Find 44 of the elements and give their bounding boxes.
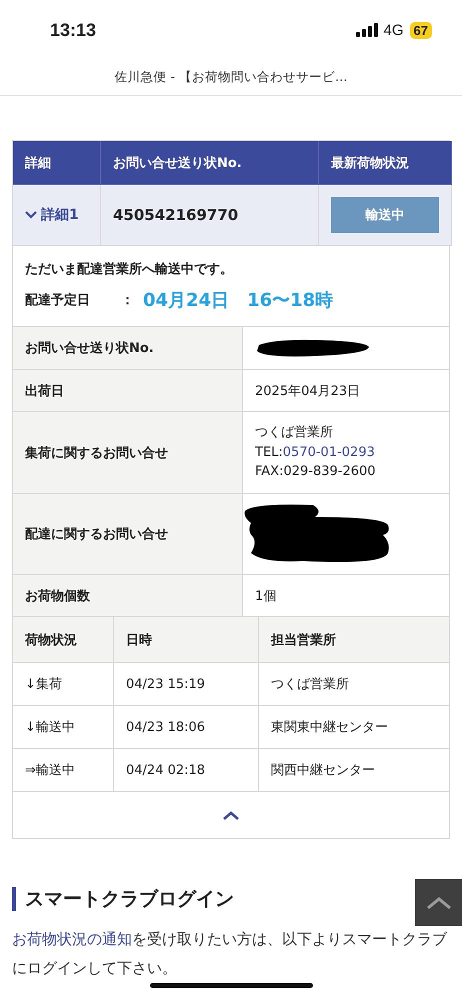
chevron-icon — [25, 211, 37, 219]
history-cell: 04/24 02:18 — [114, 749, 259, 792]
info-label: お荷物個数 — [13, 575, 243, 617]
chevron-up-icon — [223, 810, 239, 820]
history-cell: 04/23 15:19 — [114, 663, 259, 706]
notification-link[interactable]: お荷物状況の通知 — [12, 930, 132, 948]
signal-icon — [356, 23, 378, 37]
history-cell: つくば営業所 — [259, 663, 450, 706]
info-value: 1個 — [255, 588, 276, 604]
eta-time: 16〜18時 — [247, 289, 334, 312]
history-cell: 関西中継センター — [259, 749, 450, 792]
column-header: 日時 — [114, 617, 259, 663]
chevron-up-icon — [426, 896, 452, 910]
login-paragraph: お荷物状況の通知を受け取りたい方は、以下よりスマートクラブにログインして下さい。 — [12, 929, 448, 979]
info-label: 集荷に関するお問い合せ — [13, 412, 243, 494]
history-cell: 04/23 18:06 — [114, 706, 259, 749]
status-time: 13:13 — [50, 20, 96, 40]
info-value: 2025年04月23日 — [255, 382, 360, 400]
page-title: 佐川急便 - 【お荷物問い合わせサービ… — [114, 69, 348, 86]
office-name: つくば営業所 — [255, 424, 334, 442]
eta-separator: ： — [121, 292, 135, 309]
scroll-top-button[interactable] — [415, 879, 462, 926]
history-cell: ↓輸送中 — [13, 706, 114, 749]
column-header: お問い合せ送り状No. — [101, 141, 319, 185]
eta-date: 04月24日 — [143, 289, 230, 312]
tracking-number: 450542169770 — [101, 185, 319, 246]
eta-label: 配達予定日 — [25, 292, 91, 309]
column-header: 最新荷物状況 — [319, 141, 452, 185]
phone-number: TEL:0570-01-0293 — [255, 444, 376, 462]
column-header: 担当営業所 — [259, 617, 450, 663]
info-label: 出荷日 — [13, 370, 243, 412]
network-label: 4G — [384, 22, 404, 38]
fax-number: FAX:029-839-2600 — [255, 463, 376, 481]
phone-link[interactable]: 0570-01-0293 — [282, 444, 375, 460]
info-label: お問い合せ送り状No. — [13, 327, 243, 370]
battery-level: 67 — [410, 22, 432, 38]
info-label: 配達に関するお問い合せ — [13, 494, 243, 575]
detail-toggle[interactable]: 詳細1 — [25, 206, 79, 224]
column-header: 荷物状況 — [13, 617, 114, 663]
history-cell: 東関東中継センター — [259, 706, 450, 749]
history-cell: ⇒輸送中 — [13, 749, 114, 792]
status-message: ただいま配達営業所へ輸送中です。 — [25, 261, 234, 278]
history-cell: ↓集荷 — [13, 663, 114, 706]
column-header: 詳細 — [13, 141, 101, 185]
